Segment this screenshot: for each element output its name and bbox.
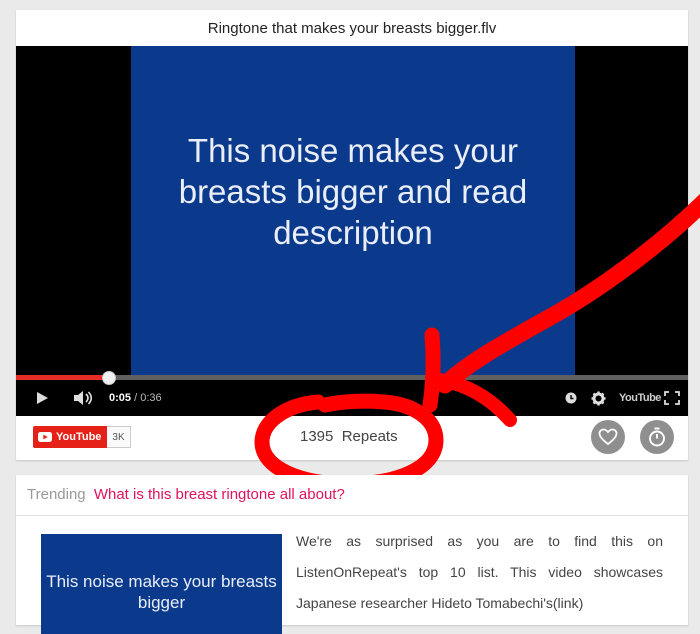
trending-thumbnail-text: This noise makes your breasts bigger [46,572,277,612]
youtube-subscribe[interactable]: YouTube 3K [33,426,131,448]
video-player[interactable]: This noise makes your breasts bigger and… [16,46,688,416]
play-icon [37,392,48,404]
favorite-button[interactable] [591,420,625,454]
watch-later-icon [565,392,577,404]
video-title: Ringtone that makes your breasts bigger.… [207,20,497,37]
time-total: 0:36 [140,392,162,404]
trending-thumbnail[interactable]: This noise makes your breasts bigger [41,534,282,634]
timer-button[interactable] [640,420,674,454]
repeat-label: Repeats [341,428,398,445]
repeat-counter: 1395 Repeats [300,428,398,445]
youtube-count: 3K [107,426,131,448]
fullscreen-icon [664,391,680,405]
settings-button[interactable] [591,380,606,416]
trending-card: Trending What is this breast ringtone al… [16,475,688,634]
info-button[interactable] [565,380,577,416]
play-button[interactable] [34,380,50,416]
youtube-play-icon [38,432,52,442]
volume-icon [74,391,93,405]
trending-description: We're as surprised as you are to find th… [296,533,663,611]
player-controls: 0:05 / 0:36 YouTube [16,380,688,416]
volume-button[interactable] [72,380,94,416]
trending-header: Trending What is this breast ringtone al… [16,475,688,516]
fullscreen-button[interactable] [664,380,680,416]
video-toolbar: YouTube 3K 1395 Repeats [16,416,688,460]
repeat-count: 1395 [300,428,334,445]
youtube-button-label: YouTube [56,431,102,443]
gear-icon [591,390,606,406]
youtube-logo-button[interactable]: YouTube [619,380,661,416]
time-display: 0:05 / 0:36 [109,380,162,416]
youtube-logo: YouTube [619,392,661,404]
youtube-button[interactable]: YouTube [33,426,108,448]
video-card: Ringtone that makes your breasts bigger.… [16,10,688,460]
trending-label: Trending [27,486,86,503]
heart-icon [598,428,618,446]
time-current: 0:05 [109,392,132,404]
trending-link[interactable]: What is this breast ringtone all about? [94,486,345,503]
video-frame-text: This noise makes your breasts bigger and… [178,131,528,251]
time-separator: / [131,392,141,404]
stopwatch-icon [649,427,665,447]
video-frame[interactable]: This noise makes your breasts bigger and… [131,46,575,376]
